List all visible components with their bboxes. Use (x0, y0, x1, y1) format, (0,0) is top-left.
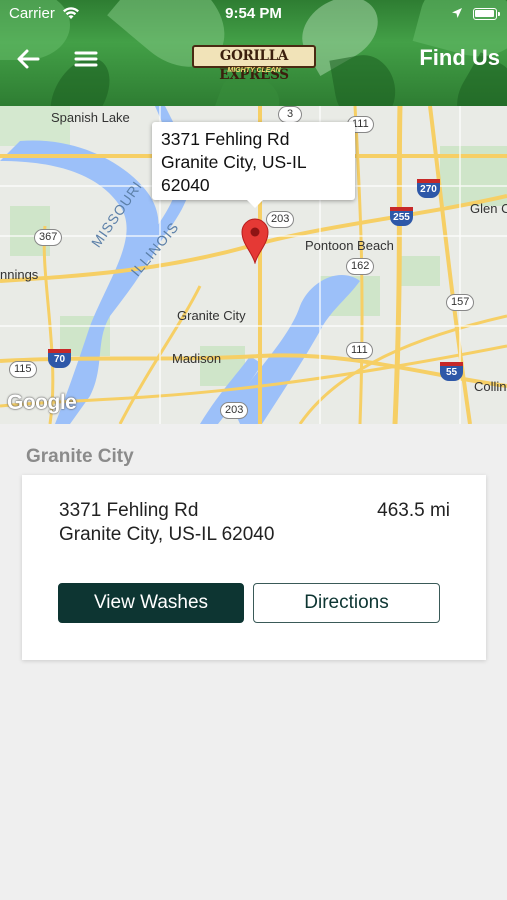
address-line-2: Granite City, US-IL 62040 (59, 524, 275, 545)
menu-button[interactable] (73, 47, 99, 71)
map-label-madison: Madison (172, 351, 222, 366)
map-label-granite-city: Granite City (177, 308, 246, 323)
directions-button[interactable]: Directions (253, 583, 440, 623)
map-label-collinsville: Collin (474, 379, 507, 394)
location-card: 3371 Fehling Rd Granite City, US-IL 6204… (22, 475, 486, 660)
back-arrow-icon (17, 49, 40, 69)
route-shield-367: 367 (34, 229, 63, 246)
status-bar: Carrier 9:54 PM (0, 0, 507, 28)
battery-icon (473, 8, 500, 20)
logo-tagline: MIGHTY CLEAN (227, 67, 281, 74)
logo-wordmark: GORILLA EXPRESS (192, 45, 316, 83)
route-shield-111-south: 111 (346, 342, 373, 359)
route-shield-157: 157 (446, 294, 475, 311)
map-pin-icon[interactable] (240, 216, 270, 264)
view-washes-button[interactable]: View Washes (58, 583, 244, 623)
callout-line-1: 3371 Fehling Rd (161, 129, 290, 149)
map-label-spanish-lake: Spanish Lake (51, 110, 130, 125)
interstate-shield-270: 270 (417, 179, 440, 198)
map-label-pontoon-beach: Pontoon Beach (305, 238, 394, 253)
route-shield-203-south: 203 (220, 402, 249, 419)
google-attribution-logo: Google (7, 391, 77, 414)
location-arrow-icon (452, 8, 462, 18)
callout-line-2: Granite City, US-IL (161, 152, 307, 172)
interstate-shield-70: 70 (48, 349, 71, 368)
map-label-glen-carbon: Glen C (470, 201, 507, 216)
route-shield-115: 115 (9, 361, 37, 378)
back-button[interactable] (14, 46, 42, 72)
section-title: Granite City (26, 446, 134, 467)
header: Carrier 9:54 PM GORILLA EXPRESS MIGHTY C… (0, 0, 507, 106)
gorilla-express-logo: GORILLA EXPRESS MIGHTY CLEAN (192, 45, 316, 83)
map-label-jennings: nnings (0, 267, 39, 282)
route-shield-3: 3 (278, 106, 302, 123)
page-title: Find Us (419, 45, 500, 70)
route-shield-162: 162 (346, 258, 375, 275)
status-time: 9:54 PM (225, 5, 282, 22)
callout-line-3: 62040 (161, 175, 210, 195)
map-callout[interactable]: 3371 Fehling Rd Granite City, US-IL 6204… (152, 122, 355, 208)
distance-label: 463.5 mi (377, 500, 450, 521)
address-line-1: 3371 Fehling Rd (59, 500, 199, 521)
interstate-shield-55: 55 (440, 362, 463, 381)
hamburger-menu-icon (74, 51, 98, 67)
route-shield-203: 203 (266, 211, 295, 228)
interstate-shield-255: 255 (390, 207, 413, 226)
